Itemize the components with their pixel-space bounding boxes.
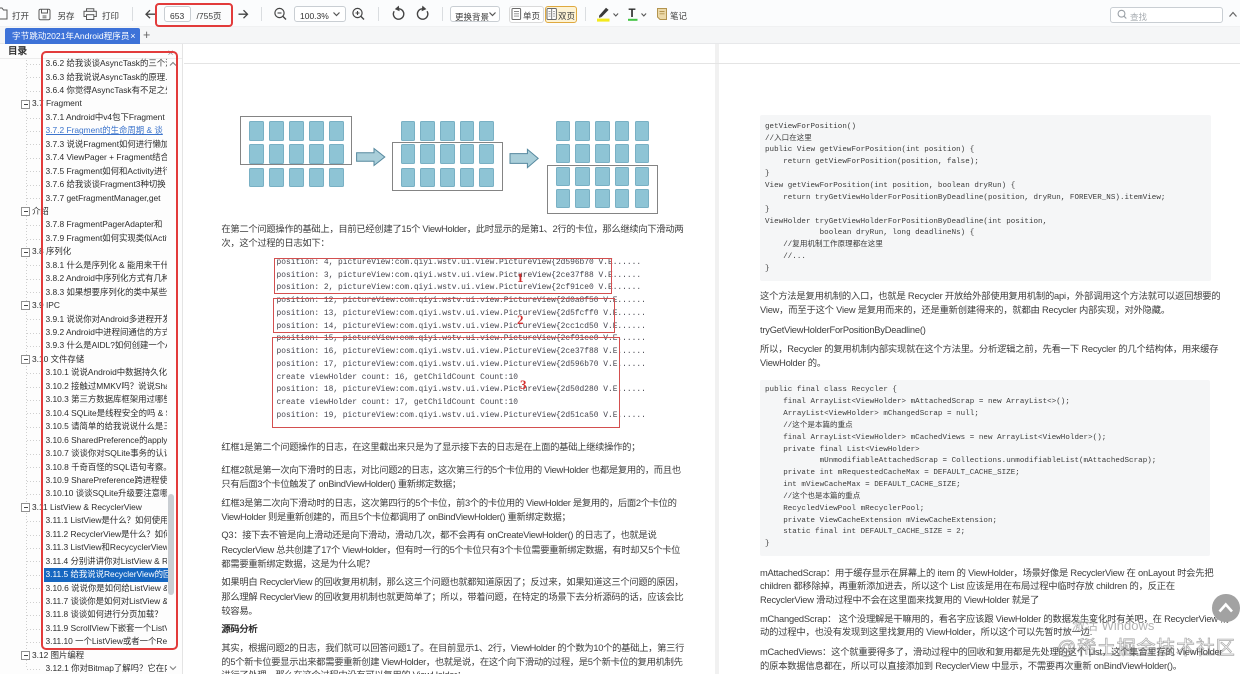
svg-text:T: T xyxy=(629,8,636,20)
